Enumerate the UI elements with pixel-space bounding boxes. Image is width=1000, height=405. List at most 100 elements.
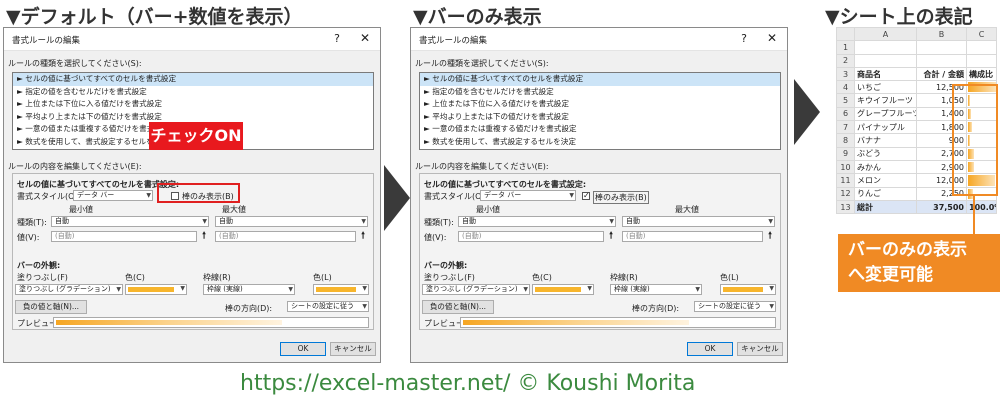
fill-color-picker[interactable]: ▼: [125, 284, 187, 295]
bar-appearance-label: バーの外観:: [17, 261, 61, 270]
bar-direction-select[interactable]: シートの設定に従う ▼: [287, 301, 369, 312]
product-name-cell[interactable]: パイナップル: [854, 120, 917, 135]
style-select[interactable]: データ バー ▼: [73, 190, 153, 201]
max-value-input[interactable]: (自動): [215, 231, 356, 242]
column-header[interactable]: B: [916, 26, 967, 42]
rule-item[interactable]: ► 上位または下位に入る値だけを書式設定: [420, 98, 780, 111]
row-number[interactable]: 1: [836, 40, 855, 55]
total-label[interactable]: 総計: [854, 199, 917, 215]
bar-direction-select[interactable]: シートの設定に従う ▼: [694, 301, 776, 312]
row-number[interactable]: 3: [836, 66, 855, 82]
row-number[interactable]: 12: [836, 186, 855, 201]
max-value-input[interactable]: (自動): [622, 231, 763, 242]
bar-direction-label: 棒の方向(D):: [225, 304, 273, 313]
row-number[interactable]: 5: [836, 93, 855, 108]
product-name-cell[interactable]: いちご: [854, 80, 917, 95]
range-select-icon[interactable]: 🠕: [765, 231, 775, 242]
rule-item[interactable]: ► 平均より上または下の値だけを書式設定: [420, 111, 780, 124]
show-bar-only-checkbox[interactable]: ✓: [582, 192, 590, 200]
product-name-cell[interactable]: メロン: [854, 173, 917, 188]
footer-credit: https://excel-master.net/ © Koushi Morit…: [240, 371, 696, 396]
cancel-button[interactable]: キャンセル: [737, 342, 783, 356]
fill-color-picker[interactable]: ▼: [532, 284, 594, 295]
help-icon[interactable]: ?: [334, 32, 340, 45]
row-number[interactable]: 13: [836, 199, 855, 215]
chevron-down-icon: ▼: [769, 303, 774, 310]
min-value-input[interactable]: (自動): [51, 231, 197, 242]
row-number[interactable]: 7: [836, 120, 855, 135]
product-name-cell[interactable]: グレープフルーツ: [854, 106, 917, 122]
close-icon[interactable]: ✕: [767, 31, 777, 45]
min-type-select[interactable]: 自動 ▼: [458, 216, 616, 227]
product-name-cell[interactable]: みかん: [854, 159, 917, 175]
row-number[interactable]: 6: [836, 106, 855, 122]
title-bar-only: ▼バーのみ表示: [413, 6, 542, 28]
header-cell-ratio[interactable]: 構成比: [966, 66, 997, 82]
range-select-icon[interactable]: 🠕: [199, 231, 209, 242]
border-select[interactable]: 枠線 (実線) ▼: [203, 284, 295, 295]
max-type-select[interactable]: 自動 ▼: [622, 216, 775, 227]
chevron-down-icon: ▼: [362, 285, 367, 292]
check-on-callout: チェックON: [149, 122, 243, 150]
negative-axis-button[interactable]: 負の値と軸(N)...: [15, 300, 87, 314]
min-type-select[interactable]: 自動 ▼: [51, 216, 209, 227]
max-type-select[interactable]: 自動 ▼: [215, 216, 368, 227]
edit-rule-label: ルールの内容を編集してください(E):: [8, 162, 142, 171]
rule-item[interactable]: ► 指定の値を含むセルだけを書式設定: [420, 86, 780, 99]
rule-item[interactable]: ► 上位または下位に入る値だけを書式設定: [13, 98, 373, 111]
header-cell-name[interactable]: 商品名: [854, 66, 917, 82]
row-number[interactable]: 10: [836, 159, 855, 175]
title-sheet: ▼シート上の表記: [825, 6, 973, 28]
style-select[interactable]: データ バー ▼: [480, 190, 576, 201]
row-number[interactable]: 4: [836, 80, 855, 95]
column-header-row: A B C: [836, 26, 997, 42]
total-ratio[interactable]: 100.0%: [966, 199, 997, 215]
row-number[interactable]: 2: [836, 53, 855, 68]
rule-type-list[interactable]: ► セルの値に基づいてすべてのセルを書式設定 ► 指定の値を含むセルだけを書式設…: [419, 72, 781, 150]
fill-select[interactable]: 塗りつぶし (グラデーション) ▼: [422, 284, 530, 295]
rule-item[interactable]: ► 一意の値または重複する値だけを書式設定: [420, 123, 780, 136]
border-color-picker[interactable]: ▼: [313, 284, 369, 295]
negative-axis-button[interactable]: 負の値と軸(N)...: [422, 300, 494, 314]
rule-item[interactable]: ► セルの値に基づいてすべてのセルを書式設定: [13, 73, 373, 86]
ok-button[interactable]: OK: [280, 342, 326, 356]
callout-line-1: バーのみの表示: [848, 240, 967, 260]
total-amount[interactable]: 37,500: [916, 199, 967, 215]
range-select-icon[interactable]: 🠕: [358, 231, 368, 242]
column-header[interactable]: A: [854, 26, 917, 42]
min-value-input[interactable]: (自動): [458, 231, 604, 242]
help-icon[interactable]: ?: [741, 32, 747, 45]
rule-item[interactable]: ► 数式を使用して、書式設定するセルを決定: [420, 136, 780, 149]
chevron-down-icon: ▼: [609, 218, 614, 225]
close-icon[interactable]: ✕: [360, 31, 370, 45]
product-name-cell[interactable]: キウイフルーツ: [854, 93, 917, 108]
preview-bar: [53, 317, 369, 328]
ok-button[interactable]: OK: [687, 342, 733, 356]
sheet-header-row: 3 商品名 合計 / 金額 構成比: [836, 66, 997, 82]
row-number[interactable]: 8: [836, 133, 855, 148]
fill-select[interactable]: 塗りつぶし (グラデーション) ▼: [15, 284, 123, 295]
sheet-row: 1: [836, 40, 997, 55]
row-number[interactable]: 11: [836, 173, 855, 188]
bar-column-highlight-frame: [952, 84, 998, 196]
header-cell-amount[interactable]: 合計 / 金額: [916, 66, 967, 82]
range-select-icon[interactable]: 🠕: [606, 231, 616, 242]
rule-item[interactable]: ► 指定の値を含むセルだけを書式設定: [13, 86, 373, 99]
border-label: 枠線(R): [610, 273, 638, 282]
product-name-cell[interactable]: ぶどう: [854, 146, 917, 161]
column-header[interactable]: C: [966, 26, 997, 42]
fill-color-label: 色(C): [532, 273, 552, 282]
product-name-cell[interactable]: りんご: [854, 186, 917, 201]
cancel-button[interactable]: キャンセル: [330, 342, 376, 356]
chevron-down-icon: ▼: [146, 192, 151, 199]
min-label: 最小値: [69, 205, 93, 214]
edit-rule-label: ルールの内容を編集してください(E):: [415, 162, 549, 171]
row-number[interactable]: 9: [836, 146, 855, 161]
dialog-titlebar: 書式ルールの編集 ? ✕: [411, 28, 787, 51]
min-label: 最小値: [476, 205, 500, 214]
chevron-down-icon: ▼: [202, 218, 207, 225]
border-select[interactable]: 枠線 (実線) ▼: [610, 284, 702, 295]
product-name-cell[interactable]: バナナ: [854, 133, 917, 148]
border-color-picker[interactable]: ▼: [720, 284, 776, 295]
rule-item[interactable]: ► セルの値に基づいてすべてのセルを書式設定: [420, 73, 780, 86]
